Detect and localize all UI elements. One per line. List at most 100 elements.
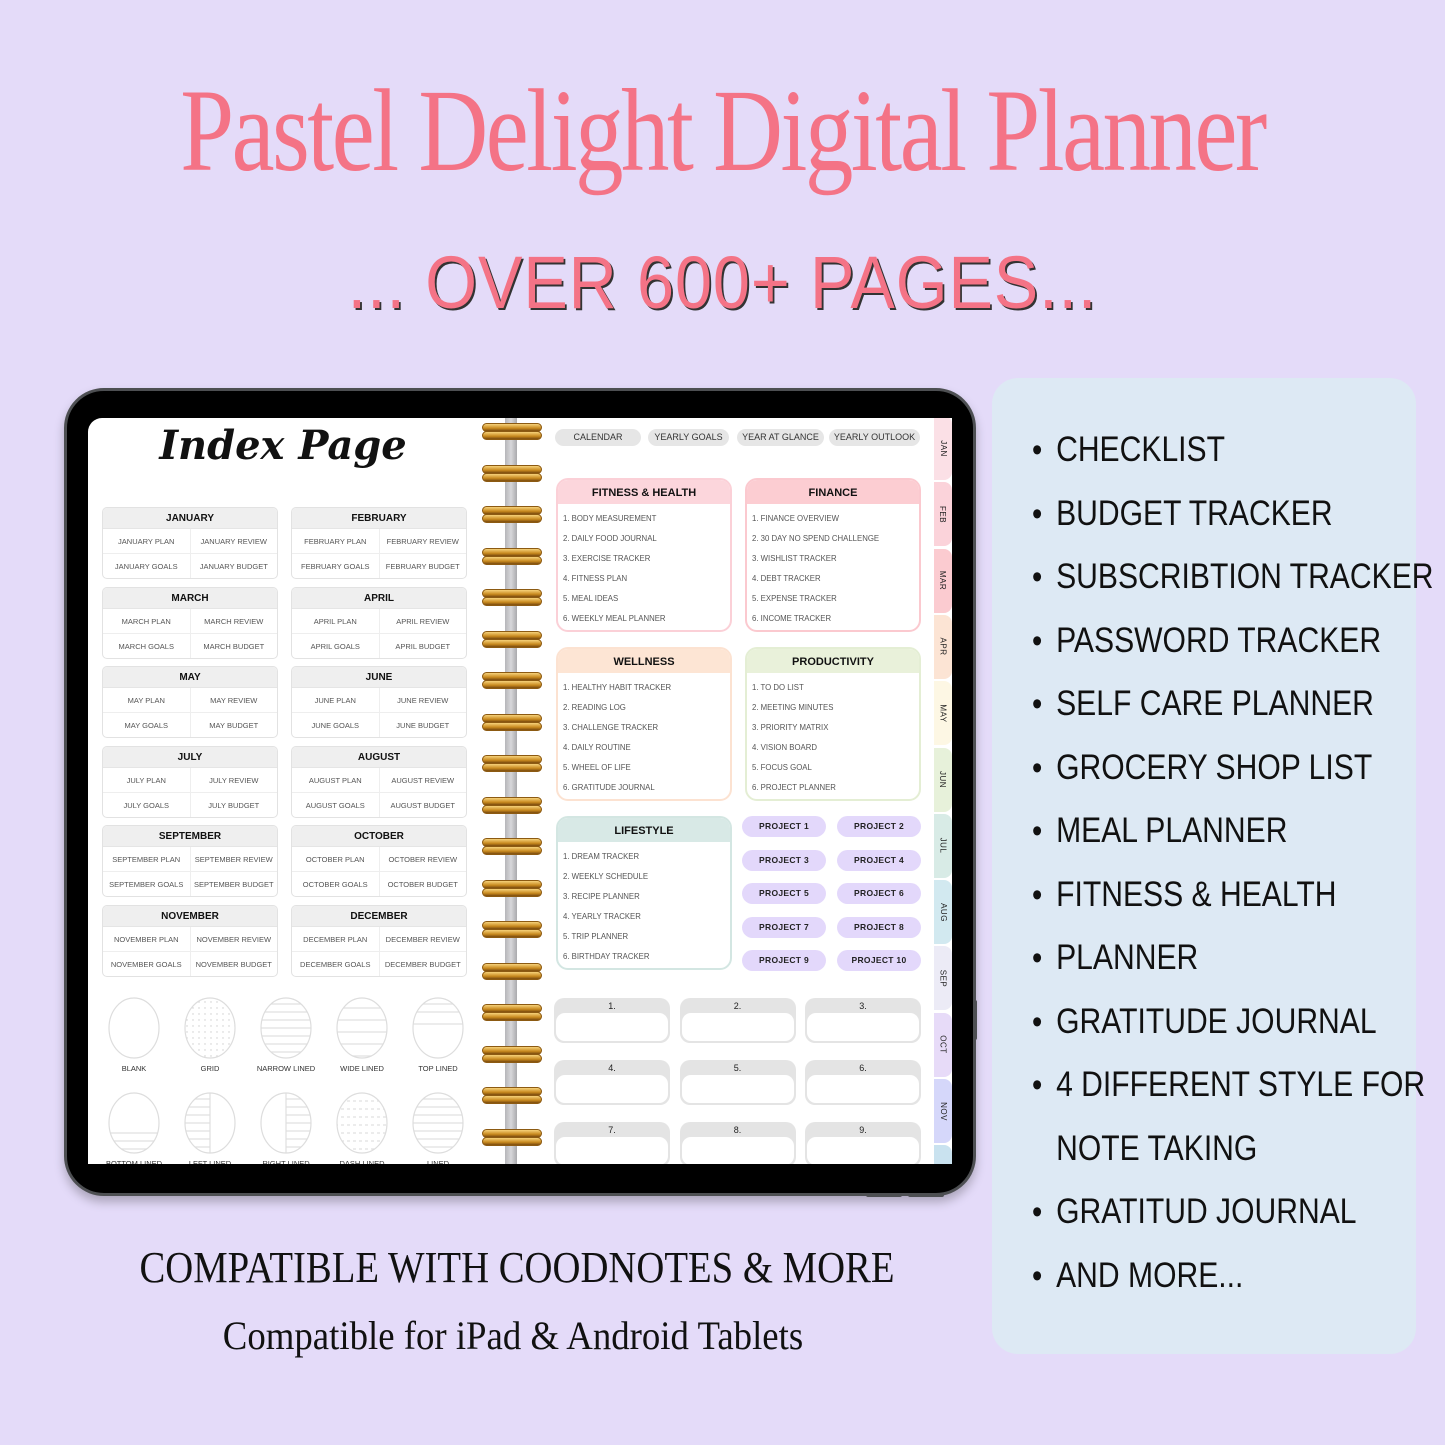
month-plan-link[interactable]: APRIL PLAN [292,608,380,633]
month-plan-link[interactable]: JULY PLAN [103,767,191,792]
project-button-10[interactable]: PROJECT 10 [837,950,921,972]
project-button-9[interactable]: PROJECT 9 [742,950,826,972]
category-title[interactable]: PRODUCTIVITY [747,649,919,673]
category-item-link[interactable]: 1. DREAM TRACKER [563,847,730,867]
project-button-8[interactable]: PROJECT 8 [837,916,921,938]
category-item-link[interactable]: 2. DAILY FOOD JOURNAL [563,529,730,549]
category-card-fitness-health[interactable]: FITNESS & HEALTH 1. BODY MEASUREMENT 2. DA… [556,478,732,632]
month-card-title[interactable]: DECEMBER [292,905,466,927]
month-budget-link[interactable]: JANUARY BUDGET [191,554,278,578]
category-card-lifestyle[interactable]: LIFESTYLE 1. DREAM TRACKER 2. WEEKLY SCHED… [556,816,732,970]
month-card-june[interactable]: JUNE JUNE PLAN JUNE REVIEW JUNE GOALS JUNE B… [291,666,467,738]
category-item-link[interactable]: 3. RECIPE PLANNER [563,887,730,907]
month-budget-link[interactable]: JULY BUDGET [191,793,278,817]
month-card-title[interactable]: JUNE [292,667,466,688]
category-item-link[interactable]: 1. TO DO LIST [752,678,919,698]
month-goals-link[interactable]: OCTOBER GOALS [292,872,380,896]
paper-style-top-lined[interactable]: TOP LINED [403,996,473,1073]
month-card-title[interactable]: OCTOBER [292,826,466,847]
numbered-box-2[interactable]: 2. [679,998,796,1043]
category-item-link[interactable]: 4. VISION BOARD [752,738,919,758]
month-goals-link[interactable]: DECEMBER GOALS [292,951,380,976]
category-item-link[interactable]: 3. PRIORITY MATRIX [752,718,919,738]
paper-style-blank[interactable]: BLANK [99,996,169,1073]
month-plan-link[interactable]: MARCH PLAN [103,608,191,633]
category-item-link[interactable]: 4. DAILY ROUTINE [563,738,730,758]
month-plan-link[interactable]: DECEMBER PLAN [292,926,380,951]
numbered-box-6[interactable]: 6. [805,1060,921,1105]
month-review-link[interactable]: JULY REVIEW [191,768,278,792]
month-budget-link[interactable]: NOVEMBER BUDGET [191,952,278,976]
numbered-box-input[interactable] [681,1137,794,1164]
month-tab-jun[interactable]: JUN [934,747,952,812]
numbered-box-4[interactable]: 4. [554,1060,670,1105]
paper-style-lined[interactable]: LINED [403,1091,473,1164]
month-plan-link[interactable]: SEPTEMBER PLAN [103,847,191,871]
nav-yearly-outlook[interactable]: YEARLY OUTLOOK [829,429,920,446]
month-goals-link[interactable]: JULY GOALS [103,792,191,817]
month-goals-link[interactable]: SEPTEMBER GOALS [103,872,191,896]
project-button-5[interactable]: PROJECT 5 [742,883,826,905]
month-budget-link[interactable]: MAY BUDGET [191,713,278,737]
category-item-link[interactable]: 6. PROJECT PLANNER [752,778,919,798]
month-goals-link[interactable]: MARCH GOALS [103,633,191,658]
month-goals-link[interactable]: APRIL GOALS [292,633,380,658]
category-item-link[interactable]: 4. DEBT TRACKER [752,569,919,589]
numbered-box-input[interactable] [556,1137,668,1164]
month-budget-link[interactable]: MARCH BUDGET [191,634,278,658]
month-tab-dec[interactable]: DEC [934,1145,952,1164]
category-item-link[interactable]: 6. GRATITUDE JOURNAL [563,778,730,798]
category-item-link[interactable]: 2. 30 DAY NO SPEND CHALLENGE [752,529,919,549]
month-card-february[interactable]: FEBRUARY FEBRUARY PLAN FEBRUARY REVIEW FEBR… [291,507,467,579]
category-card-productivity[interactable]: PRODUCTIVITY 1. TO DO LIST 2. MEETING MINU… [745,647,921,801]
numbered-box-input[interactable] [681,1013,794,1041]
month-plan-link[interactable]: JUNE PLAN [292,688,380,712]
month-review-link[interactable]: SEPTEMBER REVIEW [191,847,278,871]
category-item-link[interactable]: 1. BODY MEASUREMENT [563,509,730,529]
month-plan-link[interactable]: FEBRUARY PLAN [292,529,380,553]
month-card-august[interactable]: AUGUST AUGUST PLAN AUGUST REVIEW AUGUST GOA… [291,745,467,818]
category-item-link[interactable]: 5. EXPENSE TRACKER [752,589,919,609]
month-review-link[interactable]: MAY REVIEW [191,688,278,712]
month-review-link[interactable]: MARCH REVIEW [191,609,278,633]
month-card-title[interactable]: MARCH [103,587,277,609]
month-goals-link[interactable]: MAY GOALS [103,713,191,737]
month-card-title[interactable]: JANUARY [103,508,277,529]
category-item-link[interactable]: 3. CHALLENGE TRACKER [563,718,730,738]
paper-style-dash-lined[interactable]: DASH LINED [327,1091,397,1164]
category-item-link[interactable]: 5. MEAL IDEAS [563,589,730,609]
month-review-link[interactable]: DECEMBER REVIEW [380,927,467,951]
month-card-title[interactable]: AUGUST [292,746,466,768]
paper-style-grid[interactable]: GRID [175,996,245,1073]
category-item-link[interactable]: 1. FINANCE OVERVIEW [752,509,919,529]
numbered-box-3[interactable]: 3. [805,998,921,1043]
category-item-link[interactable]: 2. READING LOG [563,698,730,718]
month-tab-apr[interactable]: APR [934,614,952,679]
month-card-title[interactable]: SEPTEMBER [103,826,277,847]
month-card-january[interactable]: JANUARY JANUARY PLAN JANUARY REVIEW JANUARY… [102,507,278,579]
month-card-march[interactable]: MARCH MARCH PLAN MARCH REVIEW MARCH GOALS MA… [102,586,278,659]
month-tab-oct[interactable]: OCT [934,1012,952,1077]
paper-style-wide-lined[interactable]: WIDE LINED [327,996,397,1073]
category-title[interactable]: LIFESTYLE [558,818,730,842]
category-item-link[interactable]: 4. FITNESS PLAN [563,569,730,589]
month-card-title[interactable]: NOVEMBER [103,905,277,927]
month-plan-link[interactable]: AUGUST PLAN [292,767,380,792]
category-item-link[interactable]: 4. YEARLY TRACKER [563,907,730,927]
project-button-2[interactable]: PROJECT 2 [837,816,921,837]
month-plan-link[interactable]: NOVEMBER PLAN [103,926,191,951]
month-card-title[interactable]: MAY [103,667,277,688]
numbered-box-7[interactable]: 7. [554,1122,670,1164]
month-goals-link[interactable]: JUNE GOALS [292,713,380,737]
month-tab-nov[interactable]: NOV [934,1079,952,1143]
month-card-title[interactable]: APRIL [292,587,466,609]
project-button-1[interactable]: PROJECT 1 [742,816,826,837]
month-budget-link[interactable]: AUGUST BUDGET [380,793,467,817]
numbered-box-input[interactable] [807,1075,919,1103]
numbered-box-input[interactable] [807,1137,919,1164]
month-tab-jul[interactable]: JUL [934,813,952,878]
month-review-link[interactable]: NOVEMBER REVIEW [191,927,278,951]
month-tab-may[interactable]: MAY [934,681,952,746]
month-card-september[interactable]: SEPTEMBER SEPTEMBER PLAN SEPTEMBER REVIEW S… [102,825,278,897]
month-tab-mar[interactable]: MAR [934,548,952,613]
